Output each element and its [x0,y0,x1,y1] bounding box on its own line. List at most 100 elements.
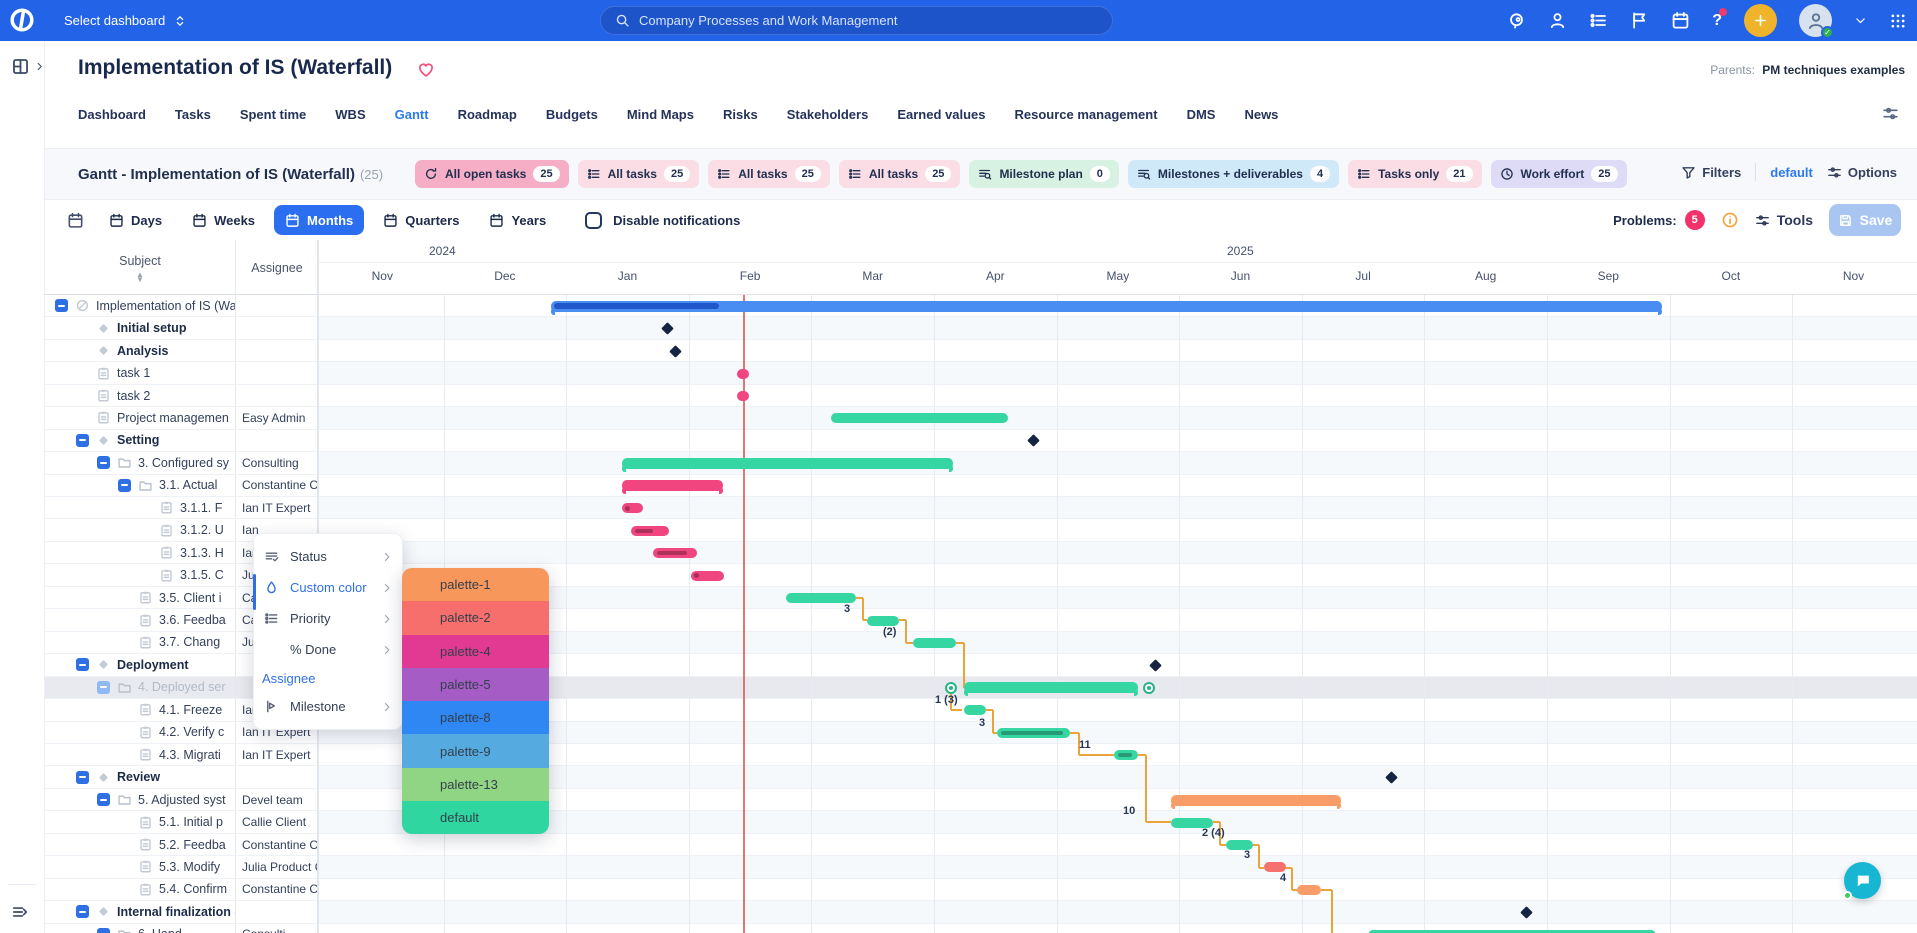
flag-icon[interactable] [1630,11,1649,30]
gantt-bar[interactable] [737,391,749,401]
tree-row[interactable]: 5.1. Initial pCallie Client [45,811,318,833]
column-header-assignee[interactable]: Assignee [236,240,318,295]
tree-row[interactable]: task 2 [45,385,318,407]
gantt-bar[interactable] [831,413,1008,423]
app-logo-icon[interactable] [8,6,38,36]
tab-roadmap[interactable]: Roadmap [458,103,517,126]
gantt-bar[interactable] [867,616,899,626]
palette-option-palette-1[interactable]: palette-1 [402,568,549,601]
disable-notifications-checkbox[interactable]: Disable notifications [585,212,740,229]
gantt-bar[interactable] [1171,795,1341,806]
collapse-expander[interactable] [76,658,89,671]
tree-row[interactable]: 6. HandConsulti [45,924,318,933]
collapse-expander[interactable] [118,479,131,492]
parents-link[interactable]: PM techniques examples [1762,63,1905,77]
filter-pill-all-open-tasks[interactable]: All open tasks25 [415,160,569,188]
collapse-expander[interactable] [97,793,110,806]
palette-option-palette-5[interactable]: palette-5 [402,668,549,701]
context-menu-item-custom-color[interactable]: Custom color [254,572,402,603]
tree-row[interactable]: 5.4. ConfirmConstantine Co [45,879,318,901]
milestone-ring-marker[interactable] [945,682,957,694]
tab-gantt[interactable]: Gantt [395,103,429,126]
gantt-bar[interactable] [691,571,724,581]
milestone-ring-marker[interactable] [1143,682,1155,694]
calendar-icon[interactable] [1671,11,1690,30]
tree-row[interactable]: 3.1.1. FIan IT Expert [45,497,318,519]
palette-option-palette-9[interactable]: palette-9 [402,734,549,767]
tree-row[interactable]: Review [45,766,318,788]
chat-bubble-button[interactable] [1844,862,1881,899]
filter-pill-milestones-deliverables[interactable]: Milestones + deliverables4 [1128,160,1339,188]
gantt-bar[interactable] [622,458,953,469]
tools-button[interactable]: Tools [1755,212,1813,228]
filter-pill-all-tasks[interactable]: All tasks25 [839,160,961,188]
palette-option-palette-13[interactable]: palette-13 [402,768,549,801]
calendar-icon[interactable] [67,212,84,229]
user-avatar[interactable]: ✓ [1799,4,1832,37]
gantt-bar[interactable] [1264,862,1286,872]
tree-row[interactable]: task 1 [45,362,318,384]
sort-arrows-icon[interactable]: ▲▼ [136,272,144,282]
tree-row[interactable]: Initial setup [45,317,318,339]
tree-row[interactable]: Analysis [45,340,318,362]
tab-news[interactable]: News [1244,103,1278,126]
checkbox[interactable] [585,212,602,229]
tree-row[interactable]: 5.2. FeedbaConstantine Co [45,834,318,856]
scale-button-years[interactable]: Years [478,205,557,235]
tab-tasks[interactable]: Tasks [175,103,211,126]
tree-row[interactable]: 4.3. MigratiIan IT Expert [45,744,318,766]
gantt-bar[interactable] [551,301,1662,312]
tree-row[interactable]: Setting [45,430,318,452]
tab-stakeholders[interactable]: Stakeholders [787,103,869,126]
tree-row[interactable]: Project managemenEasy Admin [45,407,318,429]
collapse-expander[interactable] [76,434,89,447]
filter-pill-work-effort[interactable]: Work effort25 [1491,160,1627,188]
user-icon[interactable] [1548,11,1567,30]
tab-earned-values[interactable]: Earned values [897,103,985,126]
tab-dashboard[interactable]: Dashboard [78,103,146,126]
ai-assistant-icon[interactable] [1507,11,1526,30]
filters-button[interactable]: Filters [1681,165,1741,180]
context-menu-item-assignee[interactable]: Assignee [254,665,402,691]
filter-pill-tasks-only[interactable]: Tasks only21 [1348,160,1481,188]
collapse-sidebar-icon[interactable] [11,903,29,921]
gantt-bar[interactable] [737,369,749,379]
global-search[interactable]: Company Processes and Work Management [600,6,1113,35]
scale-button-quarters[interactable]: Quarters [372,205,470,235]
collapse-expander[interactable] [76,905,89,918]
favorite-heart-icon[interactable] [417,61,435,79]
gantt-bar[interactable] [964,705,986,715]
options-button[interactable]: Options [1827,165,1897,180]
save-button[interactable]: Save [1829,204,1901,236]
create-new-button[interactable] [1744,4,1777,37]
info-icon[interactable] [1721,211,1739,229]
gantt-bar[interactable] [997,728,1070,738]
palette-option-palette-4[interactable]: palette-4 [402,635,549,668]
tabs-settings-icon[interactable] [1882,105,1899,122]
gantt-bar[interactable] [1114,750,1138,760]
tree-row[interactable]: Implementation of IS (Wa [45,295,318,317]
column-header-subject[interactable]: Subject ▲▼ [45,240,236,295]
tab-wbs[interactable]: WBS [335,103,365,126]
dashboard-panel-icon[interactable] [11,57,45,76]
collapse-expander[interactable] [97,681,110,694]
palette-option-palette-2[interactable]: palette-2 [402,601,549,634]
filter-pill-all-tasks[interactable]: All tasks25 [708,160,830,188]
collapse-expander[interactable] [55,299,68,312]
apps-grid-icon[interactable] [1889,12,1907,30]
select-dashboard[interactable]: Select dashboard [64,13,187,28]
context-menu-item--done[interactable]: % Done [254,634,402,665]
tree-row[interactable]: 5. Adjusted systDevel team [45,789,318,811]
tree-row[interactable]: 3. Configured syConsulting [45,452,318,474]
collapse-expander[interactable] [97,928,110,933]
gantt-bar[interactable] [622,480,723,491]
gantt-bar[interactable] [964,682,1138,693]
gantt-bar[interactable] [653,548,697,558]
gantt-bar[interactable] [622,503,643,513]
scale-button-days[interactable]: Days [98,205,173,235]
collapse-expander[interactable] [76,771,89,784]
context-menu-item-milestone[interactable]: Milestone [254,691,402,722]
tree-row[interactable]: Internal finalization of the project [45,901,318,923]
gantt-bar[interactable] [913,638,956,648]
tab-risks[interactable]: Risks [723,103,758,126]
